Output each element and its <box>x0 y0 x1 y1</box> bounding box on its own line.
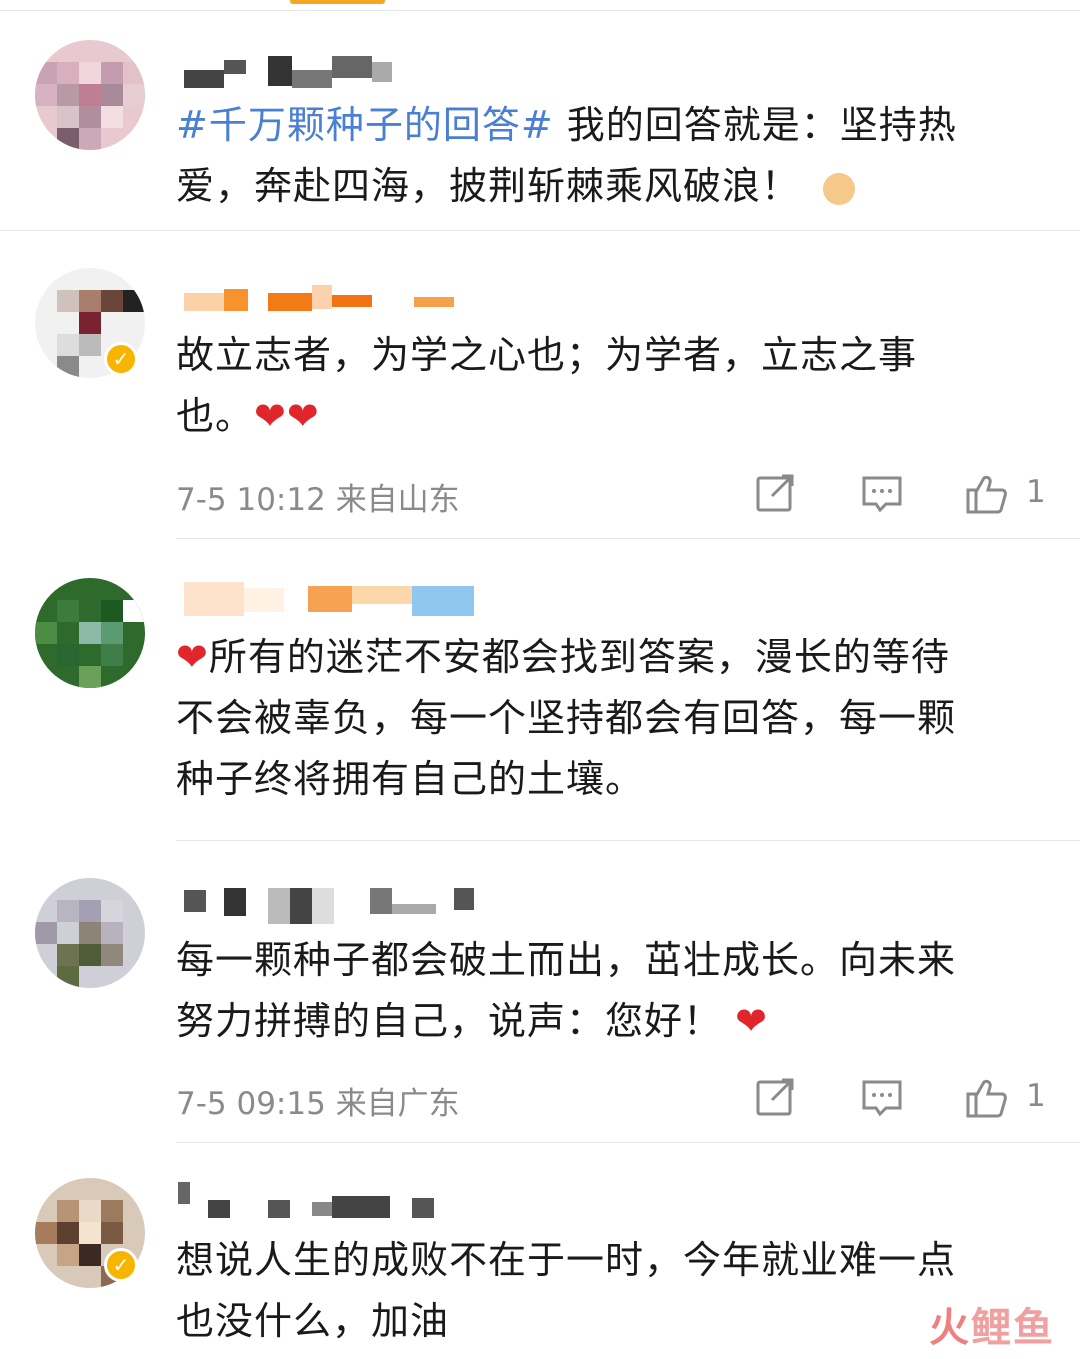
comment-meta: 7-5 10:12 来自山东 1 <box>176 474 1056 518</box>
comment-text: #千万颗种子的回答# 我的回答就是：坚持热 爱，奔赴四海，披荆斩棘乘风破浪！ <box>176 103 957 208</box>
comment-text: 每一颗种子都会破土而出，茁壮成长。向未来 努力拼搏的自己，说声：您好！ ❤ <box>176 938 957 1043</box>
username-blurred[interactable] <box>178 582 478 616</box>
divider <box>176 840 1080 841</box>
active-tab-indicator <box>290 0 385 4</box>
divider <box>176 1142 1080 1143</box>
comment-icon[interactable] <box>860 1078 904 1118</box>
username-blurred[interactable] <box>178 1182 468 1218</box>
thumbs-up-icon[interactable] <box>964 474 1008 514</box>
heart-emoji-icon: ❤ <box>176 635 209 679</box>
comment-time: 7-5 10:12 来自山东 <box>176 482 460 518</box>
comment-text: 想说人生的成败不在于一时，今年就业难一点 也没什么，加油 <box>176 1238 957 1343</box>
topic-link[interactable]: #千万颗种子的回答# <box>176 103 554 147</box>
comment-text: 故立志者，为学之心也；为学者，立志之事 也。❤❤ <box>176 333 918 438</box>
divider <box>176 538 1080 539</box>
avatar[interactable] <box>35 878 145 988</box>
heart-emoji-icon: ❤❤ <box>254 394 320 438</box>
username-blurred[interactable] <box>178 275 468 311</box>
verified-badge-icon: ✓ <box>104 1248 138 1282</box>
thumbs-up-icon[interactable] <box>964 1078 1008 1118</box>
watermark-logo: 火鲤鱼 <box>929 1305 1055 1351</box>
avatar[interactable] <box>35 40 145 150</box>
like-count: 1 <box>1026 474 1046 510</box>
divider <box>0 230 1080 231</box>
share-icon[interactable] <box>754 474 798 514</box>
divider <box>0 10 1080 11</box>
username-blurred[interactable] <box>178 52 398 88</box>
verified-badge-icon: ✓ <box>104 342 138 376</box>
share-icon[interactable] <box>754 1078 798 1118</box>
username-blurred[interactable] <box>178 884 478 924</box>
comment-icon[interactable] <box>860 474 904 514</box>
comment-meta: 7-5 09:15 来自广东 1 <box>176 1078 1056 1122</box>
top-strip <box>0 0 1080 10</box>
fist-emoji-icon <box>823 172 856 205</box>
avatar[interactable] <box>35 578 145 688</box>
heart-emoji-icon: ❤ <box>735 999 768 1043</box>
comment-time: 7-5 09:15 来自广东 <box>176 1086 460 1122</box>
comment-text: ❤所有的迷茫不安都会找到答案，漫长的等待 不会被辜负，每一个坚持都会有回答，每一… <box>176 635 957 801</box>
like-count: 1 <box>1026 1078 1046 1114</box>
